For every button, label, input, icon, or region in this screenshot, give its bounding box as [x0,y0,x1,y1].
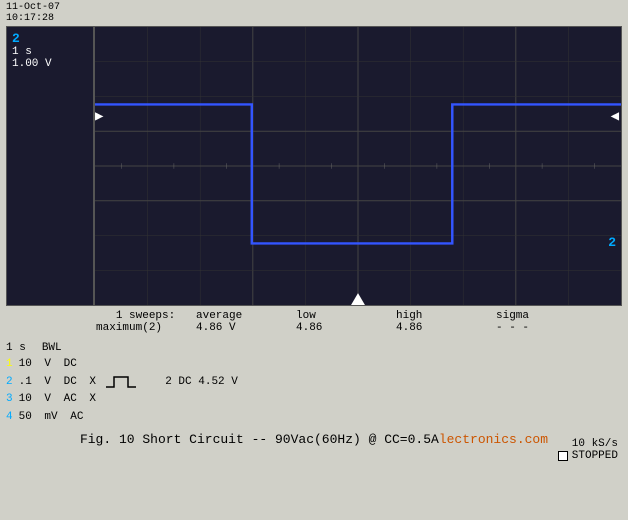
ch2-num: 2 [6,374,13,392]
ch2-coupling: DC [57,374,77,392]
stats-header-row: 1 sweeps: average low high sigma [96,310,622,322]
channel-number: 2 [12,31,88,46]
ch2-right-marker: ◀ [611,108,619,125]
ch2-unit: V [38,374,51,392]
low-header: low [296,310,386,322]
channel-rows: 1 10 V DC 2 .1 V DC X 2 DC 4.52 V 3 1 [6,356,622,426]
low-value: 4.86 [296,322,386,334]
ch2-volts: .1 [19,374,32,392]
sample-rate: 10 kS/s [558,438,618,450]
ch3-unit: V [38,391,51,409]
bottom-right-info: 10 kS/s STOPPED [558,438,618,462]
status-label: STOPPED [572,450,618,462]
ch2-dc-info [146,374,159,392]
square-wave-symbol [106,375,136,389]
stop-icon [558,451,568,461]
average-value: 4.86 V [196,322,286,334]
ch2-screen-label: 2 [608,235,616,250]
ch1-coupling: DC [57,356,77,374]
ch2-extra: X [83,374,96,392]
ch1-unit: V [38,356,51,374]
caption-site: lectronics.com [439,432,548,447]
ch1-num: 1 [6,356,13,374]
channel-row-4: 4 50 mV AC [6,409,622,427]
time-per-div: 1 s [12,46,88,58]
high-header: high [396,310,486,322]
channel-row-2: 2 .1 V DC X 2 DC 4.52 V [6,374,622,392]
date: 11-Oct-07 [6,2,60,13]
ch3-extra: X [83,391,96,409]
volts-per-div: 1.00 V [12,58,88,70]
stopped-badge: STOPPED [558,450,618,462]
ch3-num: 3 [6,391,13,409]
sigma-value: - - - [496,322,586,334]
bwl-label: BWL [42,342,62,354]
ch4-unit: mV [38,409,58,427]
ch4-coupling: AC [64,409,84,427]
stats-data-row: maximum(2) 4.86 V 4.86 4.86 - - - [96,322,622,334]
top-bar: 11-Oct-07 10:17:28 [0,0,628,26]
average-header: average [196,310,286,322]
caption-text: Fig. 10 Short Circuit -- 90Vac(60Hz) @ C… [80,432,439,447]
channel-row-3: 3 10 V AC X [6,391,622,409]
date-time: 11-Oct-07 10:17:28 [6,2,60,24]
ch3-volts: 10 [19,391,32,409]
sigma-header: sigma [496,310,586,322]
ch4-volts: 50 [19,409,32,427]
ch2-arrow-marker: ▶ [95,108,103,125]
ch3-coupling: AC [57,391,77,409]
ch1-volts: 10 [19,356,32,374]
ch2-dc-value: 2 DC 4.52 V [165,374,238,392]
time: 10:17:28 [6,13,60,24]
maximum-label: maximum(2) [96,322,186,334]
time-param: 1 s [6,342,26,354]
waveform [95,27,621,305]
channel-row-1: 1 10 V DC [6,356,622,374]
oscilloscope-screen: leCroy [94,26,622,306]
high-value: 4.86 [396,322,486,334]
stats-area: 1 sweeps: average low high sigma maximum… [96,308,622,336]
params-row: 1 s BWL [6,340,622,356]
ch4-num: 4 [6,409,13,427]
caption-area: Fig. 10 Short Circuit -- 90Vac(60Hz) @ C… [0,432,628,447]
channel-info-panel: 2 1 s 1.00 V [6,26,94,306]
sweeps-label: 1 sweeps: [96,310,186,322]
bottom-section: 1 s BWL 1 10 V DC 2 .1 V DC X 2 DC 4 [6,340,622,426]
